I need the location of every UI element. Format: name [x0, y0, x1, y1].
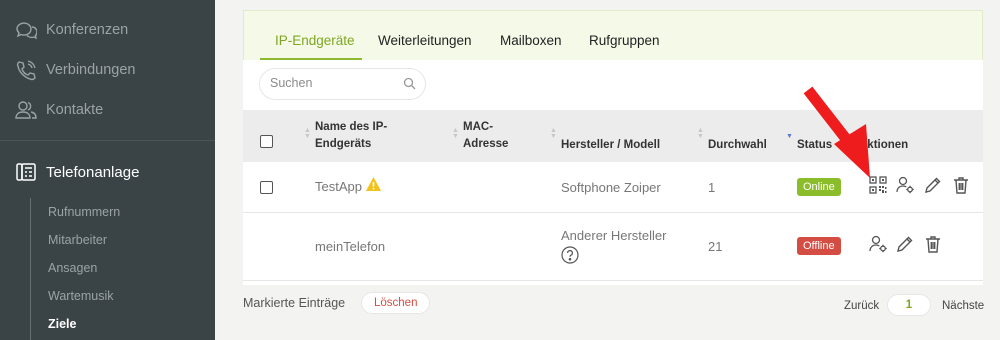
tab-rufgruppen[interactable]: Rufgruppen — [589, 33, 660, 48]
sort-name-icon[interactable]: ▲ ▼ — [304, 127, 311, 140]
sort-mac-icon[interactable]: ▲ ▼ — [452, 127, 459, 140]
device-extension: 1 — [708, 180, 716, 195]
device-name: meinTelefon — [315, 239, 386, 254]
header-extension[interactable]: Durchwahl — [708, 137, 767, 154]
delete-button[interactable]: Löschen — [361, 292, 431, 314]
device-name: TestApp — [315, 179, 362, 194]
header-name-line2[interactable]: Endgeräts — [315, 136, 371, 153]
header-mac-line2[interactable]: Adresse — [463, 136, 508, 153]
search-box — [260, 69, 425, 99]
table-row[interactable]: meinTelefon Anderer Hersteller 21 Offlin… — [243, 213, 983, 281]
edit-pencil-icon[interactable] — [923, 175, 943, 195]
phone-icon — [14, 58, 38, 82]
trash-icon[interactable] — [923, 234, 943, 254]
chat-bubbles-icon — [14, 18, 38, 42]
pbx-icon — [14, 160, 38, 184]
nav-label: Konferenzen — [46, 22, 129, 38]
marked-entries-label: Markierte Einträge — [243, 296, 346, 310]
warning-icon — [365, 176, 382, 197]
sort-vendor-icon[interactable]: ▲ ▼ — [550, 127, 557, 140]
help-circle-icon[interactable] — [561, 246, 579, 269]
row-checkbox[interactable] — [260, 181, 273, 194]
device-vendor: Softphone Zoiper — [561, 180, 661, 195]
search-icon[interactable] — [403, 77, 416, 95]
nav-kontakte[interactable]: Kontakte — [14, 98, 103, 122]
tab-bar: IP-Endgeräte Weiterleitungen Mailboxen R… — [243, 10, 983, 60]
nav-label: Telefonanlage — [46, 163, 140, 181]
user-settings-icon[interactable] — [868, 234, 888, 254]
status-badge: Offline — [797, 237, 841, 255]
pagination-prev[interactable]: Zurück — [844, 300, 879, 312]
nav-label: Verbindungen — [46, 62, 136, 78]
nav-label: Kontakte — [46, 102, 104, 118]
tab-weiterleitungen[interactable]: Weiterleitungen — [378, 33, 472, 48]
trash-icon[interactable] — [951, 175, 971, 195]
subnav-wartemusik[interactable]: Wartemusik — [48, 289, 114, 303]
user-settings-icon[interactable] — [895, 175, 915, 195]
tab-mailboxen[interactable]: Mailboxen — [500, 33, 562, 48]
header-name-line1[interactable]: Name des IP- — [315, 119, 387, 136]
pagination-page[interactable]: 1 — [887, 294, 931, 316]
contacts-icon — [14, 98, 38, 122]
nav-telefonanlage[interactable]: Telefonanlage — [14, 160, 139, 184]
sort-extension-icon[interactable]: ▲ ▼ — [697, 127, 704, 140]
nav-konferenzen[interactable]: Konferenzen — [14, 18, 128, 42]
annotation-arrow — [803, 86, 870, 178]
select-all-checkbox[interactable] — [260, 135, 273, 148]
edit-pencil-icon[interactable] — [895, 234, 915, 254]
tab-ip-endgeraete[interactable]: IP-Endgeräte — [275, 33, 355, 48]
pagination-next[interactable]: Nächste — [942, 300, 984, 312]
subnav-rufnummern[interactable]: Rufnummern — [48, 205, 120, 219]
search-input[interactable] — [270, 76, 400, 90]
device-extension: 21 — [708, 239, 723, 254]
header-mac-line1[interactable]: MAC- — [463, 119, 493, 136]
sidebar: Konferenzen Verbindungen Kontakte Telefo… — [0, 0, 215, 340]
subnav-line — [30, 198, 31, 340]
subnav-ziele[interactable]: Ziele — [48, 317, 77, 331]
sidebar-divider — [0, 140, 215, 141]
nav-verbindungen[interactable]: Verbindungen — [14, 58, 136, 82]
device-vendor: Anderer Hersteller — [561, 228, 667, 243]
header-vendor[interactable]: Hersteller / Modell — [561, 137, 660, 154]
subnav-ansagen[interactable]: Ansagen — [48, 261, 97, 275]
subnav-mitarbeiter[interactable]: Mitarbeiter — [48, 233, 107, 247]
